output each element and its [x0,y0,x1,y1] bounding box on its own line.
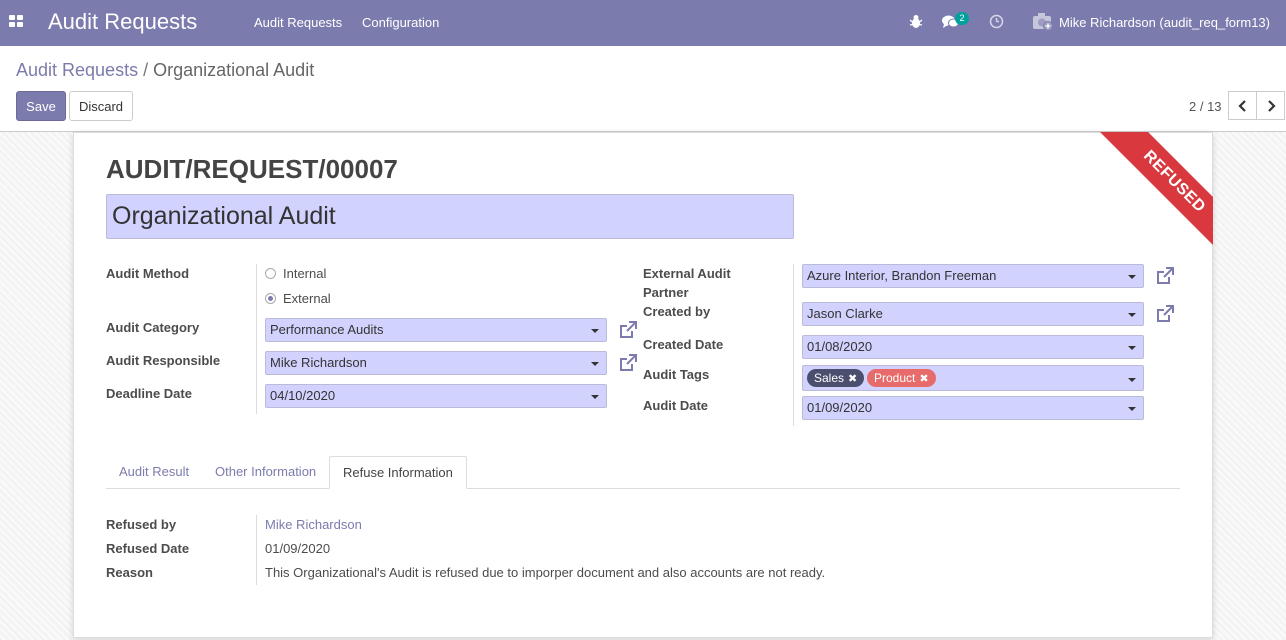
dropdown-caret-icon [1128,275,1136,279]
activity-clock-icon[interactable] [989,14,1004,29]
bug-icon[interactable] [909,14,923,29]
app-title[interactable]: Audit Requests [48,9,197,35]
pager-value[interactable]: 2 / 13 [1189,99,1222,114]
messages-count-badge: 2 [955,12,969,25]
chevron-left-icon [1237,99,1246,112]
tag-product-label: Product [874,371,916,385]
dropdown-caret-icon [1128,346,1136,350]
audit-method-external-radio[interactable] [265,293,276,304]
right-group-divider [793,264,794,426]
record-reference: AUDIT/REQUEST/00007 [106,154,398,184]
status-ribbon: REFUSED [1078,132,1213,267]
reason-label: Reason [106,565,153,580]
created-by-label: Created by [643,304,711,319]
tab-other-information[interactable]: Other Information [202,456,329,489]
audit-name-field[interactable]: Organizational Audit [106,194,794,239]
deadline-date-field[interactable]: 04/10/2020 [265,384,607,408]
audit-category-select[interactable]: Performance Audits [265,318,607,342]
dropdown-caret-icon [591,362,599,366]
audit-date-field[interactable]: 01/09/2020 [802,396,1144,420]
external-partner-label-line2: Partner [643,285,689,300]
external-link-icon[interactable] [618,320,638,340]
audit-responsible-select[interactable]: Mike Richardson [265,351,607,375]
external-link-icon[interactable] [1155,304,1175,324]
breadcrumb-current: Organizational Audit [153,60,315,80]
pager-previous-button[interactable] [1228,91,1257,120]
created-by-value: Jason Clarke [807,306,883,321]
refused-date-label: Refused Date [106,541,190,556]
audit-category-label: Audit Category [106,320,200,335]
external-link-icon[interactable] [618,353,638,373]
refused-date-value: 01/09/2020 [265,541,331,556]
audit-tags-label: Audit Tags [643,367,710,382]
created-date-label: Created Date [643,337,724,352]
audit-responsible-value: Mike Richardson [270,355,367,370]
avatar[interactable] [1032,12,1054,32]
audit-date-label: Audit Date [643,398,708,413]
breadcrumb: Audit Requests / Organizational Audit [16,60,314,81]
pager-next-button[interactable] [1256,91,1285,120]
tag-sales[interactable]: Sales ✖ [807,369,865,387]
audit-responsible-label: Audit Responsible [106,353,221,368]
top-navbar: Audit Requests Audit Requests Configurat… [0,0,1286,46]
status-ribbon-label: REFUSED [1094,132,1213,262]
refused-by-label: Refused by [106,517,177,532]
control-panel: Audit Requests / Organizational Audit Save… [0,46,1286,132]
remove-tag-icon[interactable]: ✖ [848,373,857,385]
dropdown-caret-icon [591,395,599,399]
deadline-date-value: 04/10/2020 [270,388,336,403]
dropdown-caret-icon [1128,407,1136,411]
save-button[interactable]: Save [16,91,66,121]
user-menu[interactable]: Mike Richardson (audit_req_form13) [1059,15,1270,30]
audit-category-value: Performance Audits [270,322,384,337]
audit-method-external-label[interactable]: External [283,291,331,306]
chevron-right-icon [1267,99,1276,112]
reason-value: This Organizational's Audit is refused d… [265,565,826,580]
tag-sales-label: Sales [814,371,845,385]
discard-button[interactable]: Discard [69,91,133,121]
external-partner-select[interactable]: Azure Interior, Brandon Freeman [802,264,1144,288]
audit-method-label: Audit Method [106,266,190,281]
external-partner-label: External Audit [643,266,731,281]
dropdown-caret-icon [1128,378,1136,382]
tag-product[interactable]: Product ✖ [867,369,936,387]
refused-by-value[interactable]: Mike Richardson [265,517,362,532]
dropdown-caret-icon [1128,313,1136,317]
external-link-icon[interactable] [1155,266,1175,286]
remove-tag-icon[interactable]: ✖ [919,373,928,385]
deadline-date-label: Deadline Date [106,386,192,401]
created-date-field[interactable]: 01/08/2020 [802,335,1144,359]
dropdown-caret-icon [591,329,599,333]
audit-method-internal-radio[interactable] [265,268,276,279]
audit-date-value: 01/09/2020 [807,400,873,415]
tab-audit-result[interactable]: Audit Result [106,456,202,489]
created-by-select[interactable]: Jason Clarke [802,302,1144,326]
left-group-divider [256,264,257,414]
created-date-value: 01/08/2020 [807,339,873,354]
audit-method-internal-label[interactable]: Internal [283,266,326,281]
tab-refuse-information[interactable]: Refuse Information [329,456,467,489]
breadcrumb-separator: / [143,60,149,80]
apps-grid-icon[interactable] [9,15,23,27]
refuse-group-divider [256,515,257,585]
menu-audit-requests[interactable]: Audit Requests [254,15,342,30]
breadcrumb-parent[interactable]: Audit Requests [16,60,138,80]
menu-configuration[interactable]: Configuration [362,15,439,30]
external-partner-value: Azure Interior, Brandon Freeman [807,268,997,283]
